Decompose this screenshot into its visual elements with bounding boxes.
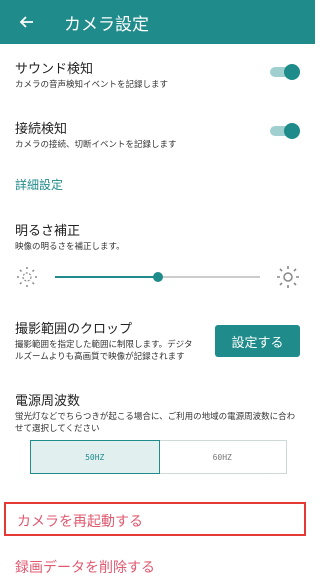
sound-detection-toggle[interactable]: [270, 64, 300, 80]
page-title: カメラ設定: [64, 14, 149, 35]
restart-camera-action[interactable]: カメラを再起動する: [4, 502, 306, 536]
frequency-option-60hz[interactable]: 60HZ: [159, 441, 287, 473]
connection-detection-setting[interactable]: 接続検知 カメラの接続、切断イベントを記録します: [15, 118, 300, 151]
power-frequency-desc-line2: せて選択してください: [15, 424, 100, 434]
brightness-label: 明るさ補正: [15, 224, 81, 239]
power-frequency-desc-line1: 蛍光灯などでちらつきが起こる場合に、ご利用の地域の電源周波数に合わ: [15, 412, 296, 422]
slider-thumb[interactable]: [152, 272, 163, 282]
crop-setting: 撮影範囲のクロップ 撮影範囲を指定した範囲に制限します。デジタ ルズームよりも高…: [15, 318, 215, 363]
brightness-desc: 映像の明るさを補正します。: [15, 242, 125, 252]
power-frequency-setting: 電源周波数 蛍光灯などでちらつきが起こる場合に、ご利用の地域の電源周波数に合わ …: [15, 390, 300, 435]
crop-label: 撮影範囲のクロップ: [15, 322, 133, 337]
frequency-option-50hz[interactable]: 50HZ: [30, 440, 160, 474]
sound-detection-label: サウンド検知: [15, 62, 94, 77]
app-bar: カメラ設定: [0, 0, 315, 44]
brightness-slider[interactable]: [15, 265, 300, 289]
advanced-section-header: 詳細設定: [15, 178, 64, 192]
delete-recordings-action[interactable]: 録画データを削除する: [15, 557, 155, 577]
arrow-left-icon[interactable]: [18, 14, 34, 30]
slider-fill: [55, 276, 158, 278]
brightness-low-icon: [17, 267, 37, 287]
connection-detection-label: 接続検知: [15, 122, 68, 137]
crop-desc-line2: ルズームよりも高画質で映像が記録されます: [15, 352, 185, 362]
crop-settings-button[interactable]: 設定する: [215, 325, 300, 357]
connection-detection-desc: カメラの接続、切断イベントを記録します: [15, 140, 177, 150]
power-frequency-label: 電源周波数: [15, 394, 81, 409]
brightness-setting: 明るさ補正 映像の明るさを補正します。: [15, 220, 300, 253]
sound-detection-setting[interactable]: サウンド検知 カメラの音声検知イベントを記録します: [15, 58, 300, 91]
brightness-high-icon: [277, 266, 299, 288]
frequency-selector: 50HZ 60HZ: [30, 440, 287, 474]
restart-camera-label: カメラを再起動する: [17, 514, 143, 530]
connection-detection-toggle[interactable]: [270, 123, 300, 139]
sound-detection-desc: カメラの音声検知イベントを記録します: [15, 80, 169, 90]
crop-desc-line1: 撮影範囲を指定した範囲に制限します。デジタ: [15, 340, 193, 350]
